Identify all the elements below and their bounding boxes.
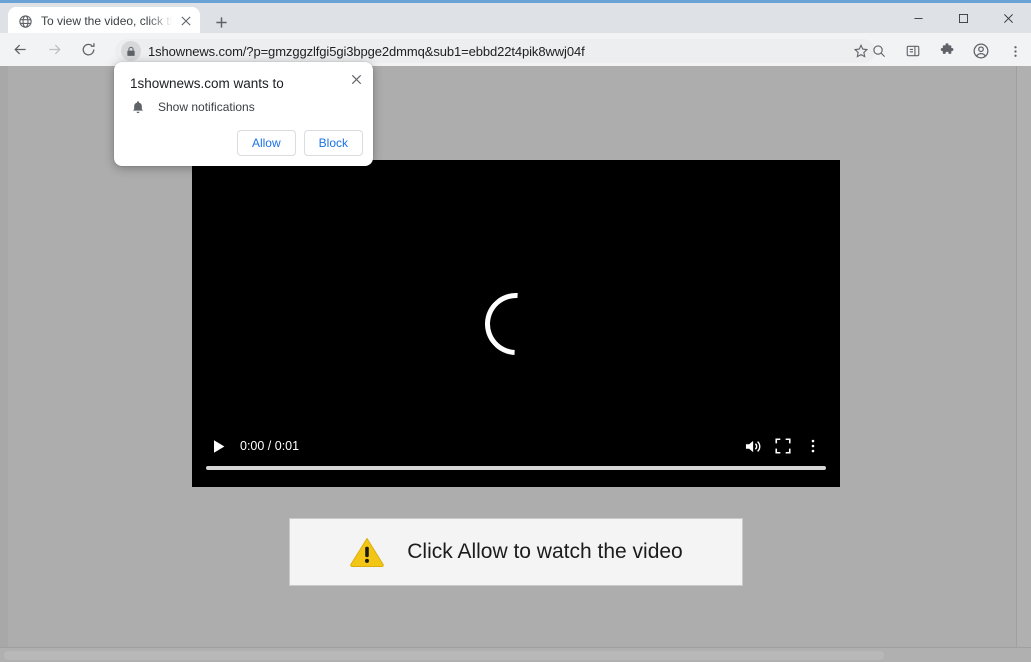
loading-spinner-icon [472, 280, 560, 368]
video-player[interactable]: 0:00 / 0:01 [192, 160, 840, 487]
page-left-edge [0, 66, 8, 662]
block-button[interactable]: Block [304, 130, 363, 156]
fullscreen-icon[interactable] [768, 431, 798, 461]
permission-request-row: Show notifications [130, 99, 255, 115]
tab-strip: To view the video, click the Allow [0, 3, 1031, 33]
account-icon[interactable] [967, 37, 995, 65]
forward-button[interactable] [40, 36, 68, 64]
toolbar-right-actions [859, 37, 1029, 65]
address-bar[interactable]: 1shownews.com/?p=gmzggzlfgi5gi3bpge2dmmq… [115, 39, 875, 63]
browser-window: To view the video, click the Allow [0, 0, 1031, 662]
kebab-menu-icon[interactable] [1001, 37, 1029, 65]
horizontal-scrollbar-thumb[interactable] [4, 651, 884, 660]
click-allow-banner: Click Allow to watch the video [289, 518, 743, 586]
reading-list-icon[interactable] [899, 37, 927, 65]
tab-title: To view the video, click the Allow [41, 14, 178, 28]
bell-icon [130, 99, 146, 115]
address-bar-url: 1shownews.com/?p=gmzggzlfgi5gi3bpge2dmmq… [148, 44, 585, 59]
maximize-button[interactable] [941, 3, 986, 33]
new-tab-button[interactable] [210, 11, 232, 33]
volume-on-icon[interactable] [738, 431, 768, 461]
permission-item-label: Show notifications [158, 100, 255, 114]
globe-icon [17, 13, 33, 29]
permission-dialog-actions: Allow Block [237, 130, 363, 156]
browser-tab[interactable]: To view the video, click the Allow [8, 7, 200, 35]
allow-button[interactable]: Allow [237, 130, 296, 156]
video-more-menu-icon[interactable] [798, 431, 828, 461]
permission-dialog-title: 1shownews.com wants to [130, 76, 284, 91]
horizontal-scrollbar[interactable] [0, 647, 1031, 662]
video-progress-bar[interactable] [206, 466, 826, 470]
video-time-display: 0:00 / 0:01 [240, 439, 299, 453]
close-button[interactable] [986, 3, 1031, 33]
play-button[interactable] [204, 431, 234, 461]
magnifier-icon[interactable] [865, 37, 893, 65]
window-controls [896, 3, 1031, 33]
minimize-button[interactable] [896, 3, 941, 33]
vertical-scrollbar[interactable] [1016, 66, 1031, 647]
tab-close-icon[interactable] [178, 13, 194, 29]
warning-triangle-icon [349, 536, 385, 568]
close-icon[interactable] [345, 68, 367, 90]
notification-permission-dialog: 1shownews.com wants to Show notification… [114, 62, 373, 166]
lock-icon[interactable] [121, 41, 141, 61]
puzzle-icon[interactable] [933, 37, 961, 65]
video-controls: 0:00 / 0:01 [192, 423, 840, 487]
reload-button[interactable] [74, 36, 102, 64]
back-button[interactable] [6, 36, 34, 64]
banner-text: Click Allow to watch the video [407, 540, 682, 564]
